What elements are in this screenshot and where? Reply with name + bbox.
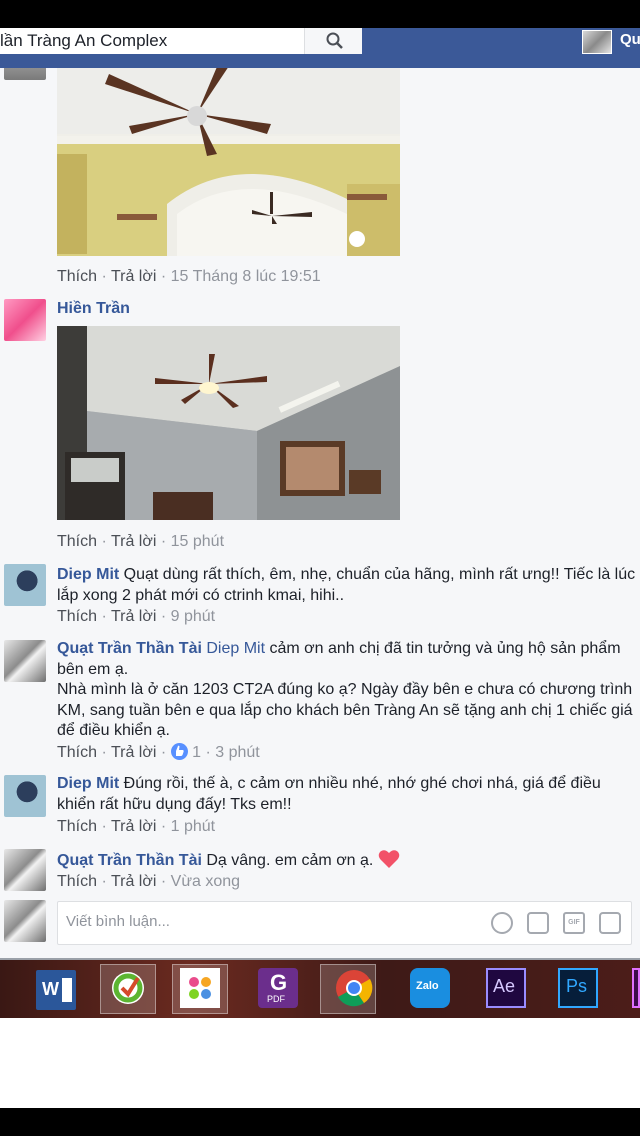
comments-panel: Thích · Trả lời · 15 Tháng 8 lúc 19:51 H… [0, 68, 640, 958]
navigation-bar [0, 1108, 640, 1136]
separator: · [101, 873, 111, 890]
avatar[interactable] [4, 775, 46, 817]
comment-timestamp[interactable]: 9 phút [171, 608, 215, 625]
like-link[interactable]: Thích [57, 268, 97, 285]
comment-photo-room-fan[interactable] [57, 326, 400, 520]
search-box[interactable]: lần Tràng An Complex [0, 28, 362, 54]
avatar[interactable] [4, 640, 46, 682]
comment-actions: Thích · Trả lời · 1 · 3 phút [57, 743, 260, 762]
comment-body: Diep Mit Đúng rồi, thế à, c cảm ơn nhiều… [57, 774, 637, 815]
photoshop-icon[interactable]: Ps [558, 968, 598, 1008]
separator: · [101, 268, 111, 285]
zalo-icon[interactable]: Zalo [410, 968, 450, 1008]
app-icon-partial[interactable] [632, 968, 640, 1008]
comment-timestamp[interactable]: Vừa xong [171, 873, 240, 890]
comment-text: Đúng rồi, thế à, c cảm ơn nhiều nhé, nhớ… [57, 775, 601, 813]
comment-timestamp[interactable]: 3 phút [215, 744, 259, 761]
reply-link[interactable]: Trả lời [111, 873, 156, 890]
avatar [4, 900, 46, 942]
separator: · [101, 818, 111, 835]
like-count[interactable]: 1 [192, 744, 201, 761]
user-name-link[interactable]: Qu [620, 31, 640, 48]
comment-body: Quạt Trần Thần Tài Dạ vâng. em cảm ơn ạ. [57, 849, 637, 872]
avatar[interactable] [4, 299, 46, 341]
comment-author[interactable]: Diep Mit [57, 775, 119, 792]
comment-input[interactable]: Viết bình luận... GIF [57, 901, 632, 945]
comment-actions: Thích · Trả lời · 15 Tháng 8 lúc 19:51 [57, 268, 321, 286]
comment-actions: Thích · Trả lời · Vừa xong [57, 873, 240, 891]
ceiling-fan-photo [57, 68, 400, 256]
like-link[interactable]: Thích [57, 608, 97, 625]
after-effects-icon[interactable]: Ae [486, 968, 526, 1008]
comment-input-tools: GIF [491, 912, 621, 934]
camera-icon[interactable] [527, 912, 549, 934]
like-link[interactable]: Thích [57, 818, 97, 835]
separator: · [160, 533, 171, 550]
comment-timestamp[interactable]: 15 Tháng 8 lúc 19:51 [171, 268, 321, 285]
separator: · [160, 268, 171, 285]
comment-text: Dạ vâng. em cảm ơn ạ. [206, 852, 374, 869]
mention-link[interactable]: Diep Mit [206, 640, 265, 657]
comment-body: Diep Mit Quạt dùng rất thích, êm, nhẹ, c… [57, 565, 637, 606]
search-icon [326, 32, 343, 49]
thumbs-up-icon[interactable] [170, 743, 188, 760]
search-input[interactable]: lần Tràng An Complex [0, 31, 167, 51]
emoji-icon[interactable] [491, 912, 513, 934]
user-avatar[interactable] [582, 30, 612, 54]
separator: · [101, 533, 111, 550]
comment-author[interactable]: Hiền Trần [57, 300, 130, 318]
reply-link[interactable]: Trả lời [111, 608, 156, 625]
like-link[interactable]: Thích [57, 873, 97, 890]
reply-link[interactable]: Trả lời [111, 268, 156, 285]
like-link[interactable]: Thích [57, 744, 97, 761]
separator: · [160, 873, 171, 890]
comment-photo-fans-arch[interactable] [57, 68, 400, 256]
separator: · [160, 744, 171, 761]
reply-link[interactable]: Trả lời [111, 818, 156, 835]
comment-author[interactable]: Quạt Trần Thần Tài [57, 640, 202, 657]
comment-actions: Thích · Trả lời · 15 phút [57, 533, 224, 551]
sticker-icon[interactable] [599, 912, 621, 934]
comment-timestamp[interactable]: 1 phút [171, 818, 215, 835]
status-bar [0, 0, 640, 28]
comment-timestamp[interactable]: 15 phút [171, 533, 224, 550]
separator: · [160, 818, 171, 835]
separator: · [160, 608, 171, 625]
heart-icon [378, 850, 400, 868]
reply-link[interactable]: Trả lời [111, 533, 156, 550]
reply-link[interactable]: Trả lời [111, 744, 156, 761]
avatar[interactable] [4, 849, 46, 891]
chrome-icon[interactable] [334, 968, 374, 1008]
separator: · [101, 608, 111, 625]
comment-body: Quạt Trần Thần Tài Diep Mit cảm ơn anh c… [57, 639, 637, 742]
gif-icon[interactable]: GIF [563, 912, 585, 934]
search-button[interactable] [304, 28, 362, 54]
separator: · [101, 744, 111, 761]
photos-app-icon[interactable] [180, 968, 220, 1008]
comment-actions: Thích · Trả lời · 1 phút [57, 818, 215, 836]
comment-actions: Thích · Trả lời · 9 phút [57, 608, 215, 626]
blank-area [0, 1018, 640, 1108]
pdf-app-icon[interactable]: G PDF [258, 968, 298, 1008]
windows-taskbar: W G PDF Zalo Ae Ps [0, 958, 640, 1018]
comment-text-continued: Nhà mình là ở căn 1203 CT2A đúng ko ạ? N… [57, 681, 633, 739]
comment-placeholder: Viết bình luận... [66, 913, 170, 930]
comment-text: Quạt dùng rất thích, êm, nhẹ, chuẩn của … [57, 566, 636, 604]
word-icon[interactable]: W [36, 970, 76, 1010]
app-icon-green[interactable] [108, 968, 148, 1008]
comment-author[interactable]: Diep Mit [57, 566, 119, 583]
separator: · [205, 744, 216, 761]
avatar[interactable] [4, 564, 46, 606]
like-link[interactable]: Thích [57, 533, 97, 550]
room-fan-photo [57, 326, 400, 520]
comment-author[interactable]: Quạt Trần Thần Tài [57, 852, 202, 869]
avatar[interactable] [4, 68, 46, 80]
